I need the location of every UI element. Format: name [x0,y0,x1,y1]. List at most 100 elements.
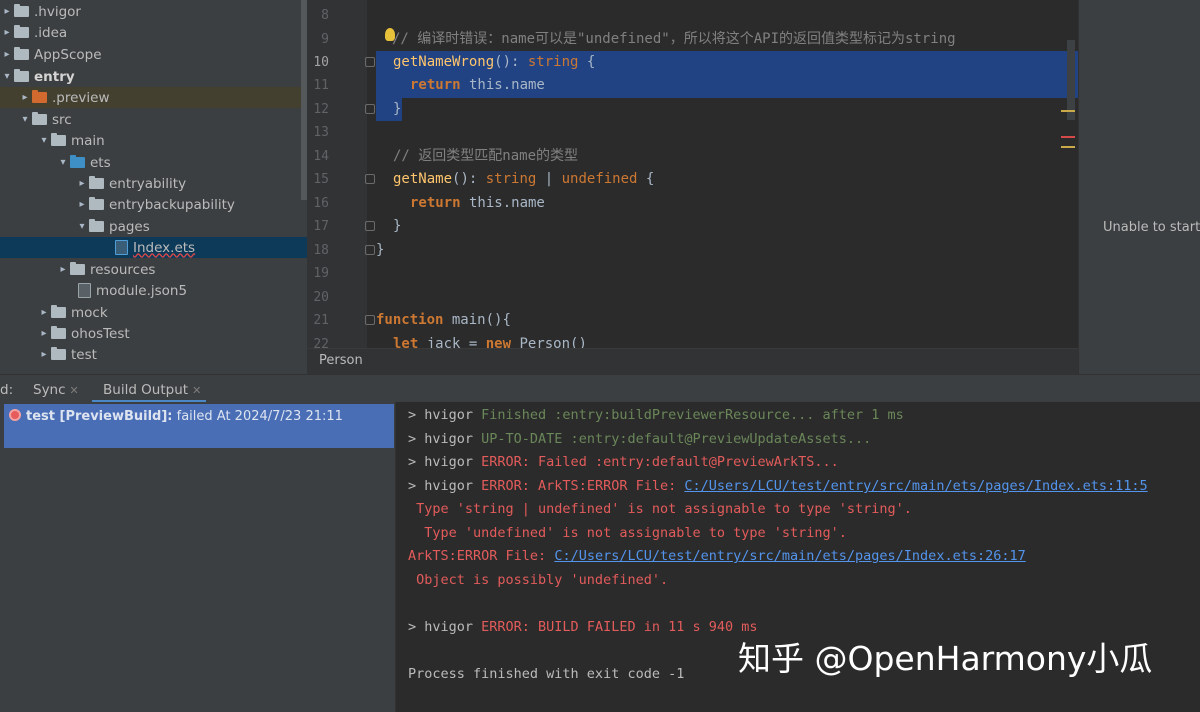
code-keyword: return [410,195,461,211]
code-punct: | [536,171,562,187]
code-editor[interactable]: 8 9 // 编译时错误：name可以是"undefined"，所以将这个API… [307,0,1078,374]
chevron-right-icon[interactable]: ▸ [37,349,51,360]
console-text: UP-TO-DATE :entry:default@PreviewUpdateA… [481,431,872,447]
tab-label: Sync [33,382,66,398]
file-link[interactable]: C:/Users/LCU/test/entry/src/main/ets/pag… [554,548,1025,564]
tab-label: Build Output [103,382,189,398]
line-number: 16 [313,196,329,211]
chevron-down-icon[interactable]: ▾ [37,135,51,146]
console-text: ERROR: BUILD FAILED in 11 s 940 ms [481,619,758,635]
project-tree: ▸ .hvigor ▸ .idea ▸ AppScope ▾ entry ▸ .… [0,0,307,374]
build-task-row[interactable]: test [PreviewBuild]: failed At 2024/7/23… [4,404,394,448]
fold-icon[interactable] [365,245,375,255]
code-punct: (){ [485,312,511,328]
tree-item-src[interactable]: ▾ src [0,109,307,130]
breadcrumb[interactable]: Person [319,353,363,368]
fold-icon[interactable] [365,174,375,184]
tree-item-index-ets[interactable]: Index.ets [0,237,307,258]
line-number: 10 [313,55,329,70]
code-line: 8 [307,4,1078,27]
tree-item-ets[interactable]: ▾ ets [0,152,307,173]
chevron-right-icon[interactable]: ▸ [18,92,32,103]
code-punct: (): [494,54,528,70]
tab-sync[interactable]: Sync ✕ [33,382,79,398]
chevron-right-icon[interactable]: ▸ [0,49,14,60]
console-line: Type 'undefined' is not assignable to ty… [408,523,847,543]
chevron-right-icon[interactable]: ▸ [37,328,51,339]
folder-icon [51,133,66,146]
console-text: Finished :entry:buildPreviewerResource..… [481,407,904,423]
warning-stripe[interactable] [1061,110,1075,112]
chevron-right-icon[interactable]: ▸ [75,199,89,210]
tree-item-label: module.json5 [96,282,188,299]
line-number: 9 [321,32,329,47]
error-stripe[interactable] [1061,136,1075,138]
chevron-right-icon[interactable]: ▸ [75,178,89,189]
folder-icon [14,69,29,82]
console-line: Process finished with exit code -1 [408,664,684,684]
console-text: Process finished with exit code -1 [408,666,685,682]
chevron-down-icon[interactable]: ▾ [56,157,70,168]
tree-item-entryability[interactable]: ▸ entryability [0,173,307,194]
chevron-down-icon[interactable]: ▾ [0,71,14,82]
tree-item-pages[interactable]: ▾ pages [0,216,307,237]
chevron-right-icon[interactable]: ▸ [0,27,14,38]
close-icon[interactable]: ✕ [192,384,201,397]
folder-icon [32,112,47,125]
tree-item-test[interactable]: ▸ test [0,344,307,365]
console-line: > hvigor Finished :entry:buildPreviewerR… [408,405,904,425]
code-keyword: function [376,312,444,328]
line-number: 18 [313,243,329,258]
build-tool-tabbar: d: Sync ✕ Build Output ✕ [0,374,1200,403]
chevron-right-icon[interactable]: ▸ [56,264,70,275]
code-brace: } [393,101,402,117]
tab-build[interactable]: d: [0,382,13,398]
tree-item-label: .preview [52,89,110,106]
editor-scrollbar[interactable] [1067,40,1075,120]
chevron-right-icon[interactable]: ▸ [0,6,14,17]
folder-icon [70,262,85,275]
fold-icon[interactable] [365,104,375,114]
folder-icon [89,197,104,210]
tree-item-appscope[interactable]: ▸ AppScope [0,44,307,65]
folder-icon [51,326,66,339]
tree-item-mock[interactable]: ▸ mock [0,302,307,323]
tree-item-label: main [71,132,105,149]
tree-item-entry[interactable]: ▾ entry [0,66,307,87]
method-name: getName [393,171,453,187]
method-name: getNameWrong [393,54,495,70]
folder-icon [89,219,104,232]
fold-icon[interactable] [365,315,375,325]
fold-icon[interactable] [365,221,375,231]
tree-item-module-json5[interactable]: module.json5 [0,280,307,301]
fold-icon[interactable] [365,57,375,67]
tab-build-output[interactable]: Build Output ✕ [103,382,201,398]
code-line: 14 // 返回类型匹配name的类型 [307,145,1078,168]
tree-item-ohostest[interactable]: ▸ ohosTest [0,323,307,344]
code-line: 9 // 编译时错误：name可以是"undefined"，所以将这个API的返… [307,28,1078,51]
previewer-status: Unable to start [1103,220,1200,235]
console-line: > hvigor ERROR: BUILD FAILED in 11 s 940… [408,617,758,637]
console-text: > hvigor [408,478,482,494]
tree-item-hvigor[interactable]: ▸ .hvigor [0,1,307,22]
chevron-down-icon[interactable]: ▾ [18,114,32,125]
chevron-down-icon[interactable]: ▾ [75,221,89,232]
console-line: > hvigor UP-TO-DATE :entry:default@Previ… [408,429,871,449]
tree-item-main[interactable]: ▾ main [0,130,307,151]
warning-stripe[interactable] [1061,146,1075,148]
console-text: > hvigor [408,619,482,635]
file-link[interactable]: C:/Users/LCU/test/entry/src/main/ets/pag… [684,478,1147,494]
chevron-right-icon[interactable]: ▸ [37,307,51,318]
tree-item-label: AppScope [34,46,102,63]
watermark: 知乎 @OpenHarmony小瓜 [738,639,1153,678]
code-expr: this.name [460,77,545,93]
close-icon[interactable]: ✕ [70,384,79,397]
code-line: 11 return this.name [307,74,1078,97]
tree-item-entrybackupability[interactable]: ▸ entrybackupability [0,194,307,215]
folder-icon [32,90,47,103]
console-text: > hvigor [408,431,482,447]
tree-item-resources[interactable]: ▸ resources [0,259,307,280]
tree-item-idea[interactable]: ▸ .idea [0,22,307,43]
tree-item-preview[interactable]: ▸ .preview [0,87,307,108]
line-number: 14 [313,149,329,164]
